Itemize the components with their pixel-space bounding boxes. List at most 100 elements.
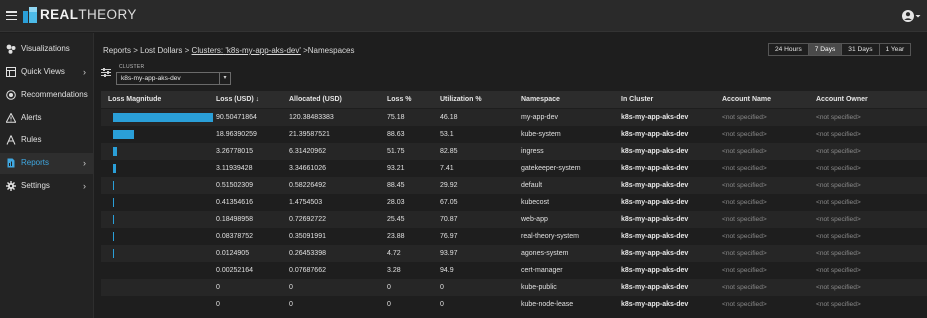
sidebar-item-alerts[interactable]: Alerts (0, 108, 94, 129)
cell-util-pct: 76.97 (440, 232, 458, 240)
cluster-select[interactable]: k8s-my-app-aks-dev ▾ (116, 72, 231, 85)
cell-allocated: 6.31420962 (289, 147, 326, 155)
cell-cluster: k8s-my-app-aks-dev (621, 164, 689, 172)
table-row[interactable]: 3.11939428 3.34661026 93.21 7.41 gatekeeper-… (101, 160, 927, 177)
cell-loss-pct: 25.45 (387, 215, 405, 223)
visualizations-icon (6, 44, 16, 54)
cell-loss-pct: 0 (387, 300, 391, 308)
cell-cluster: k8s-my-app-aks-dev (621, 181, 689, 189)
cell-util-pct: 46.18 (440, 113, 458, 121)
cell-account-name: <not specified> (722, 249, 767, 257)
breadcrumb: Reports > Lost Dollars > Clusters: 'k8s-… (103, 46, 355, 55)
logo-icon (23, 7, 37, 23)
cell-loss-pct: 88.63 (387, 130, 405, 138)
sidebar-item-visualizations[interactable]: Visualizations (0, 39, 94, 60)
column-header-in-cluster[interactable]: In Cluster (621, 96, 653, 103)
cell-account-name: <not specified> (722, 113, 767, 121)
sidebar-item-reports[interactable]: Reports › (0, 153, 94, 174)
cell-account-owner: <not specified> (816, 130, 861, 138)
cell-util-pct: 82.85 (440, 147, 458, 155)
filter-sliders-icon[interactable] (101, 68, 111, 77)
cell-util-pct: 67.05 (440, 198, 458, 206)
cell-loss-pct: 0 (387, 283, 391, 291)
breadcrumb-clusters[interactable]: Clusters: 'k8s-my-app-aks-dev' (192, 46, 301, 55)
cell-loss: 3.26778015 (216, 147, 253, 155)
cell-account-owner: <not specified> (816, 283, 861, 291)
cell-namespace: ingress (521, 147, 544, 155)
cell-cluster: k8s-my-app-aks-dev (621, 300, 689, 308)
column-header-namespace[interactable]: Namespace (521, 96, 560, 103)
main-content: Reports > Lost Dollars > Clusters: 'k8s-… (94, 33, 927, 318)
cell-account-name: <not specified> (722, 164, 767, 172)
breadcrumb-namespaces: Namespaces (307, 46, 355, 55)
sidebar-item-settings[interactable]: Settings › (0, 176, 94, 197)
range-7-days-button[interactable]: 7 Days (808, 44, 843, 55)
column-header-loss-pct[interactable]: Loss % (387, 96, 412, 103)
cell-cluster: k8s-my-app-aks-dev (621, 215, 689, 223)
table-row[interactable]: 90.50471864 120.38483383 75.18 46.18 my-app-… (101, 109, 927, 126)
cell-namespace: my-app-dev (521, 113, 558, 121)
cell-account-owner: <not specified> (816, 198, 861, 206)
column-header-utilization-pct[interactable]: Utilization % (440, 96, 482, 103)
table-row[interactable]: 0.08378752 0.35091991 23.88 76.97 real-theor… (101, 228, 927, 245)
cell-namespace: kube-node-lease (521, 300, 574, 308)
table-row[interactable]: 0 0 0 0 kube-node-lease k8s-my-app-aks-dev <no… (101, 296, 927, 313)
column-header-account-name[interactable]: Account Name (722, 96, 771, 103)
sidebar-item-label: Recommendations (21, 90, 88, 99)
cell-cluster: k8s-my-app-aks-dev (621, 283, 689, 291)
recommendations-icon (6, 90, 16, 100)
cell-namespace: web-app (521, 215, 548, 223)
cell-account-owner: <not specified> (816, 181, 861, 189)
chevron-down-icon: ▾ (219, 73, 230, 84)
table-row[interactable]: 0.41354616 1.4754503 28.03 67.05 kubecost k8s… (101, 194, 927, 211)
cell-namespace: agones-system (521, 249, 569, 257)
cell-account-name: <not specified> (722, 215, 767, 223)
table-row[interactable]: 0.51502309 0.58226492 88.45 29.92 default k8s… (101, 177, 927, 194)
breadcrumb-reports[interactable]: Reports (103, 46, 131, 55)
table-row[interactable]: 0.18498958 0.72692722 25.45 70.87 web-app k8s… (101, 211, 927, 228)
cell-allocated: 0 (289, 300, 293, 308)
sidebar-item-rules[interactable]: Rules (0, 130, 94, 151)
column-header-account-owner[interactable]: Account Owner (816, 96, 868, 103)
sidebar-item-quick-views[interactable]: Quick Views › (0, 62, 94, 83)
cell-namespace: default (521, 181, 543, 189)
cell-account-name: <not specified> (722, 283, 767, 291)
cell-namespace: kube-system (521, 130, 561, 138)
range-24-hours-button[interactable]: 24 Hours (769, 44, 809, 55)
cell-account-owner: <not specified> (816, 266, 861, 274)
cell-loss-pct: 51.75 (387, 147, 405, 155)
loss-magnitude-bar (113, 249, 114, 258)
cell-loss: 0.00252164 (216, 266, 253, 274)
column-header-loss-usd[interactable]: Loss (USD) ↓ (216, 96, 259, 103)
table-row[interactable]: 0 0 0 0 kube-public k8s-my-app-aks-dev <not sp… (101, 279, 927, 296)
rules-icon (6, 135, 16, 145)
cell-loss: 0.0124905 (216, 249, 250, 257)
cell-util-pct: 0 (440, 300, 444, 308)
table-row[interactable]: 0.00252164 0.07687662 3.28 94.9 cert-manager… (101, 262, 927, 279)
cell-loss-pct: 93.21 (387, 164, 405, 172)
cell-allocated: 0 (289, 283, 293, 291)
sidebar-item-label: Visualizations (21, 44, 70, 53)
user-account-icon[interactable] (901, 9, 921, 23)
sidebar-item-label: Quick Views (21, 67, 65, 76)
cell-namespace: kube-public (521, 283, 557, 291)
cell-cluster: k8s-my-app-aks-dev (621, 249, 689, 257)
column-header-allocated-usd[interactable]: Allocated (USD) (289, 96, 342, 103)
sidebar-item-recommendations[interactable]: Recommendations (0, 85, 94, 106)
column-header-loss-magnitude[interactable]: Loss Magnitude (108, 96, 161, 103)
cell-namespace: gatekeeper-system (521, 164, 581, 172)
range-1-year-button[interactable]: 1 Year (879, 44, 911, 55)
sidebar-item-label: Settings (21, 181, 50, 190)
table-row[interactable]: 3.26778015 6.31420962 51.75 82.85 ingress k8s… (101, 143, 927, 160)
cell-account-name: <not specified> (722, 181, 767, 189)
breadcrumb-lost-dollars[interactable]: Lost Dollars (140, 46, 182, 55)
table-row[interactable]: 18.96390259 21.39587521 88.63 53.1 kube-syst… (101, 126, 927, 143)
chevron-right-icon: › (83, 67, 86, 77)
cell-loss: 0 (216, 300, 220, 308)
table-row[interactable]: 0.0124905 0.26453398 4.72 93.97 agones-syste… (101, 245, 927, 262)
range-31-days-button[interactable]: 31 Days (842, 44, 880, 55)
sidebar-item-label: Rules (21, 135, 42, 144)
cell-cluster: k8s-my-app-aks-dev (621, 198, 689, 206)
hamburger-menu-icon[interactable] (6, 11, 17, 21)
cell-loss: 0.08378752 (216, 232, 253, 240)
